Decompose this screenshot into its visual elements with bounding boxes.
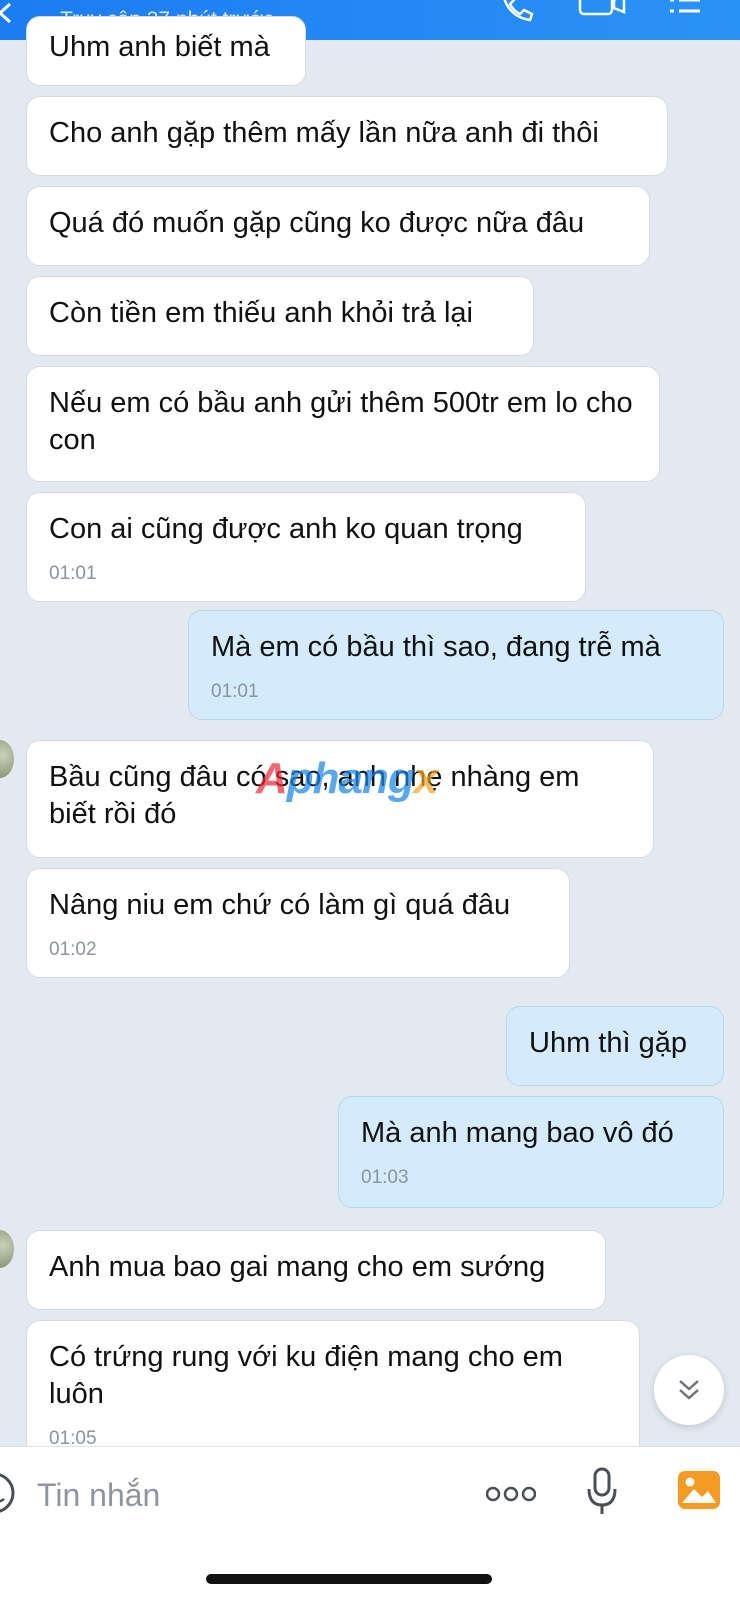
more-icon[interactable] — [486, 1485, 536, 1503]
menu-icon[interactable] — [670, 0, 704, 18]
message-incoming[interactable]: Có trứng rung với ku điện mang cho em lu… — [26, 1320, 640, 1460]
message-incoming[interactable]: Bầu cũng đâu có sao, anh nhẹ nhàng em bi… — [26, 740, 654, 858]
video-icon[interactable] — [578, 0, 628, 18]
avatar[interactable] — [0, 740, 14, 778]
message-outgoing[interactable]: Mà em có bầu thì sao, đang trễ mà 01:01 — [188, 610, 724, 720]
image-icon[interactable] — [676, 1469, 722, 1511]
scroll-to-bottom-button[interactable] — [654, 1355, 724, 1425]
message-time: 01:02 — [49, 939, 97, 960]
message-text: Con ai cũng được anh ko quan trọng — [49, 513, 523, 545]
message-text: Uhm anh biết mà — [49, 31, 270, 63]
avatar[interactable] — [0, 1230, 14, 1268]
message-text: Mà em có bầu thì sao, đang trễ mà — [211, 631, 661, 663]
message-incoming[interactable]: Con ai cũng được anh ko quan trọng 01:01 — [26, 492, 586, 602]
chevron-double-down-icon — [679, 1380, 699, 1400]
message-time: 01:01 — [211, 681, 259, 702]
message-text: Nâng niu em chứ có làm gì quá đâu — [49, 889, 511, 921]
message-incoming[interactable]: Nếu em có bầu anh gửi thêm 500tr em lo c… — [26, 366, 660, 482]
message-outgoing[interactable]: Mà anh mang bao vô đó 01:03 — [338, 1096, 724, 1208]
message-incoming[interactable]: Còn tiền em thiếu anh khỏi trả lại — [26, 276, 534, 356]
sticker-icon[interactable] — [0, 1471, 16, 1515]
message-text: Nếu em có bầu anh gửi thêm 500tr em lo c… — [49, 387, 633, 456]
mic-icon[interactable] — [586, 1467, 618, 1517]
phone-icon[interactable] — [500, 0, 536, 22]
message-incoming[interactable]: Quá đó muốn gặp cũng ko được nữa đâu — [26, 186, 650, 266]
message-text: Mà anh mang bao vô đó — [361, 1117, 674, 1149]
message-incoming[interactable]: Anh mua bao gai mang cho em sướng — [26, 1230, 606, 1310]
message-incoming[interactable]: Cho anh gặp thêm mấy lần nữa anh đi thôi — [26, 96, 668, 176]
message-input[interactable]: Tin nhắn — [37, 1477, 160, 1514]
message-text: Bầu cũng đâu có sao, anh nhẹ nhàng em bi… — [49, 761, 580, 830]
message-text: Có trứng rung với ku điện mang cho em lu… — [49, 1341, 563, 1410]
message-time: 01:01 — [49, 563, 97, 584]
message-text: Còn tiền em thiếu anh khỏi trả lại — [49, 297, 473, 329]
back-icon[interactable] — [0, 2, 16, 24]
message-text: Uhm thì gặp — [529, 1027, 687, 1059]
home-indicator[interactable] — [206, 1574, 492, 1584]
message-text: Quá đó muốn gặp cũng ko được nữa đâu — [49, 207, 585, 239]
message-text: Cho anh gặp thêm mấy lần nữa anh đi thôi — [49, 117, 599, 149]
message-outgoing[interactable]: Uhm thì gặp — [506, 1006, 724, 1086]
message-text: Anh mua bao gai mang cho em sướng — [49, 1251, 546, 1283]
message-incoming[interactable]: Uhm anh biết mà — [26, 16, 306, 86]
message-time: 01:03 — [361, 1167, 409, 1188]
message-incoming[interactable]: Nâng niu em chứ có làm gì quá đâu 01:02 — [26, 868, 570, 978]
